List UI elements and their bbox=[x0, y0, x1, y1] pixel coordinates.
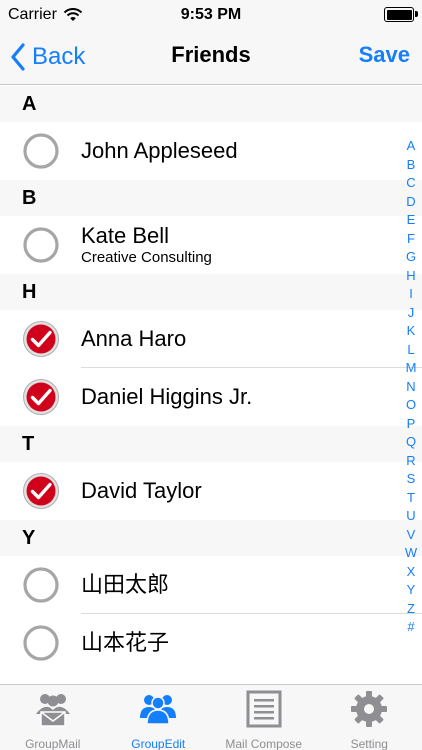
index-letter[interactable]: Q bbox=[406, 433, 416, 452]
compose-icon bbox=[244, 690, 284, 733]
contact-text: John Appleseed bbox=[81, 122, 238, 180]
page-title: Friends bbox=[171, 42, 251, 67]
index-letter[interactable]: B bbox=[407, 156, 416, 175]
battery-icon bbox=[384, 7, 418, 22]
section-header-a: A bbox=[0, 86, 422, 122]
contact-name: John Appleseed bbox=[81, 138, 238, 163]
navigation-bar: Back Friends Save bbox=[0, 30, 422, 85]
tab-bar: GroupMail GroupEdit Mail Compose Setting bbox=[0, 684, 422, 750]
checked-checkmark-icon[interactable] bbox=[22, 320, 60, 358]
contact-name: 山田太郎 bbox=[81, 572, 170, 597]
contact-name: Daniel Higgins Jr. bbox=[81, 384, 253, 409]
index-letter[interactable]: D bbox=[406, 193, 415, 212]
unchecked-circle-icon[interactable] bbox=[22, 132, 60, 170]
contact-row[interactable]: Kate Bell Creative Consulting bbox=[0, 216, 422, 274]
index-letter[interactable]: Z bbox=[407, 600, 415, 619]
checked-checkmark-icon[interactable] bbox=[22, 378, 60, 416]
contact-text: Daniel Higgins Jr. bbox=[81, 368, 252, 426]
contact-text: Anna Haro bbox=[81, 310, 186, 368]
tab-label: GroupEdit bbox=[131, 737, 186, 750]
index-letter[interactable]: S bbox=[407, 470, 416, 489]
index-letter[interactable]: W bbox=[405, 544, 417, 563]
save-button[interactable]: Save bbox=[359, 42, 410, 68]
index-letter[interactable]: T bbox=[407, 489, 415, 508]
tab-mail-compose[interactable]: Mail Compose bbox=[211, 685, 317, 750]
section-header-t: T bbox=[0, 426, 422, 462]
index-letter[interactable]: P bbox=[407, 415, 416, 434]
index-letter[interactable]: H bbox=[406, 267, 415, 286]
tab-setting[interactable]: Setting bbox=[317, 685, 422, 750]
section-header-h: H bbox=[0, 274, 422, 310]
contact-text: 山田太郎 bbox=[81, 556, 169, 614]
back-label: Back bbox=[32, 43, 86, 70]
index-letter[interactable]: U bbox=[406, 507, 415, 526]
contact-name: Kate Bell bbox=[81, 223, 170, 248]
contact-text: David Taylor bbox=[81, 462, 202, 520]
index-letter[interactable]: R bbox=[406, 452, 415, 471]
contact-row[interactable]: David Taylor bbox=[0, 462, 422, 520]
group-mail-icon bbox=[33, 690, 73, 733]
contact-row[interactable]: 山田太郎 bbox=[0, 556, 422, 614]
contact-text: 山本花子 bbox=[81, 614, 169, 672]
gear-icon bbox=[349, 690, 389, 733]
contact-row[interactable]: John Appleseed bbox=[0, 122, 422, 180]
back-button[interactable]: Back bbox=[10, 40, 85, 74]
index-letter[interactable]: A bbox=[407, 137, 416, 156]
status-bar: Carrier 9:53 PM bbox=[0, 0, 422, 30]
friends-list[interactable]: A John Appleseed B Kate Bell Creative Consul… bbox=[0, 86, 422, 684]
contact-name: David Taylor bbox=[81, 478, 202, 503]
index-letter[interactable]: M bbox=[406, 359, 417, 378]
index-letter[interactable]: V bbox=[407, 526, 416, 545]
status-time: 9:53 PM bbox=[180, 6, 242, 23]
contact-row[interactable]: Daniel Higgins Jr. bbox=[0, 368, 422, 426]
index-letter[interactable]: F bbox=[407, 230, 415, 249]
contact-text: Kate Bell Creative Consulting bbox=[81, 216, 212, 274]
index-letter[interactable]: C bbox=[406, 174, 415, 193]
index-letter[interactable]: K bbox=[407, 322, 416, 341]
index-letter[interactable]: # bbox=[407, 618, 414, 637]
unchecked-circle-icon[interactable] bbox=[22, 226, 60, 264]
contact-company: Creative Consulting bbox=[81, 249, 212, 266]
tab-label: GroupMail bbox=[25, 737, 81, 750]
index-letter[interactable]: I bbox=[409, 285, 413, 304]
index-letter[interactable]: X bbox=[407, 563, 416, 582]
unchecked-circle-icon[interactable] bbox=[22, 624, 60, 662]
contact-row[interactable]: 山本花子 bbox=[0, 614, 422, 672]
tab-label: Mail Compose bbox=[225, 737, 303, 750]
chevron-left-icon bbox=[11, 43, 25, 71]
index-letter[interactable]: N bbox=[406, 378, 415, 397]
index-letter[interactable]: E bbox=[407, 211, 416, 230]
index-letter[interactable]: L bbox=[407, 341, 414, 360]
index-letter[interactable]: J bbox=[408, 304, 415, 323]
checked-checkmark-icon[interactable] bbox=[22, 472, 60, 510]
unchecked-circle-icon[interactable] bbox=[22, 566, 60, 604]
index-letter[interactable]: O bbox=[406, 396, 416, 415]
tab-groupedit[interactable]: GroupEdit bbox=[106, 685, 212, 750]
section-index[interactable]: A B C D E F G H I J K L M N O P Q R S T U V W X Y Z # bbox=[400, 137, 422, 637]
group-edit-icon bbox=[138, 690, 178, 733]
tab-groupmail[interactable]: GroupMail bbox=[0, 685, 106, 750]
contact-row[interactable]: Anna Haro bbox=[0, 310, 422, 368]
section-header-b: B bbox=[0, 180, 422, 216]
contact-name: Anna Haro bbox=[81, 326, 187, 351]
tab-label: Setting bbox=[350, 737, 388, 750]
index-letter[interactable]: Y bbox=[407, 581, 416, 600]
index-letter[interactable]: G bbox=[406, 248, 416, 267]
section-header-y: Y bbox=[0, 520, 422, 556]
contact-name: 山本花子 bbox=[81, 630, 170, 655]
